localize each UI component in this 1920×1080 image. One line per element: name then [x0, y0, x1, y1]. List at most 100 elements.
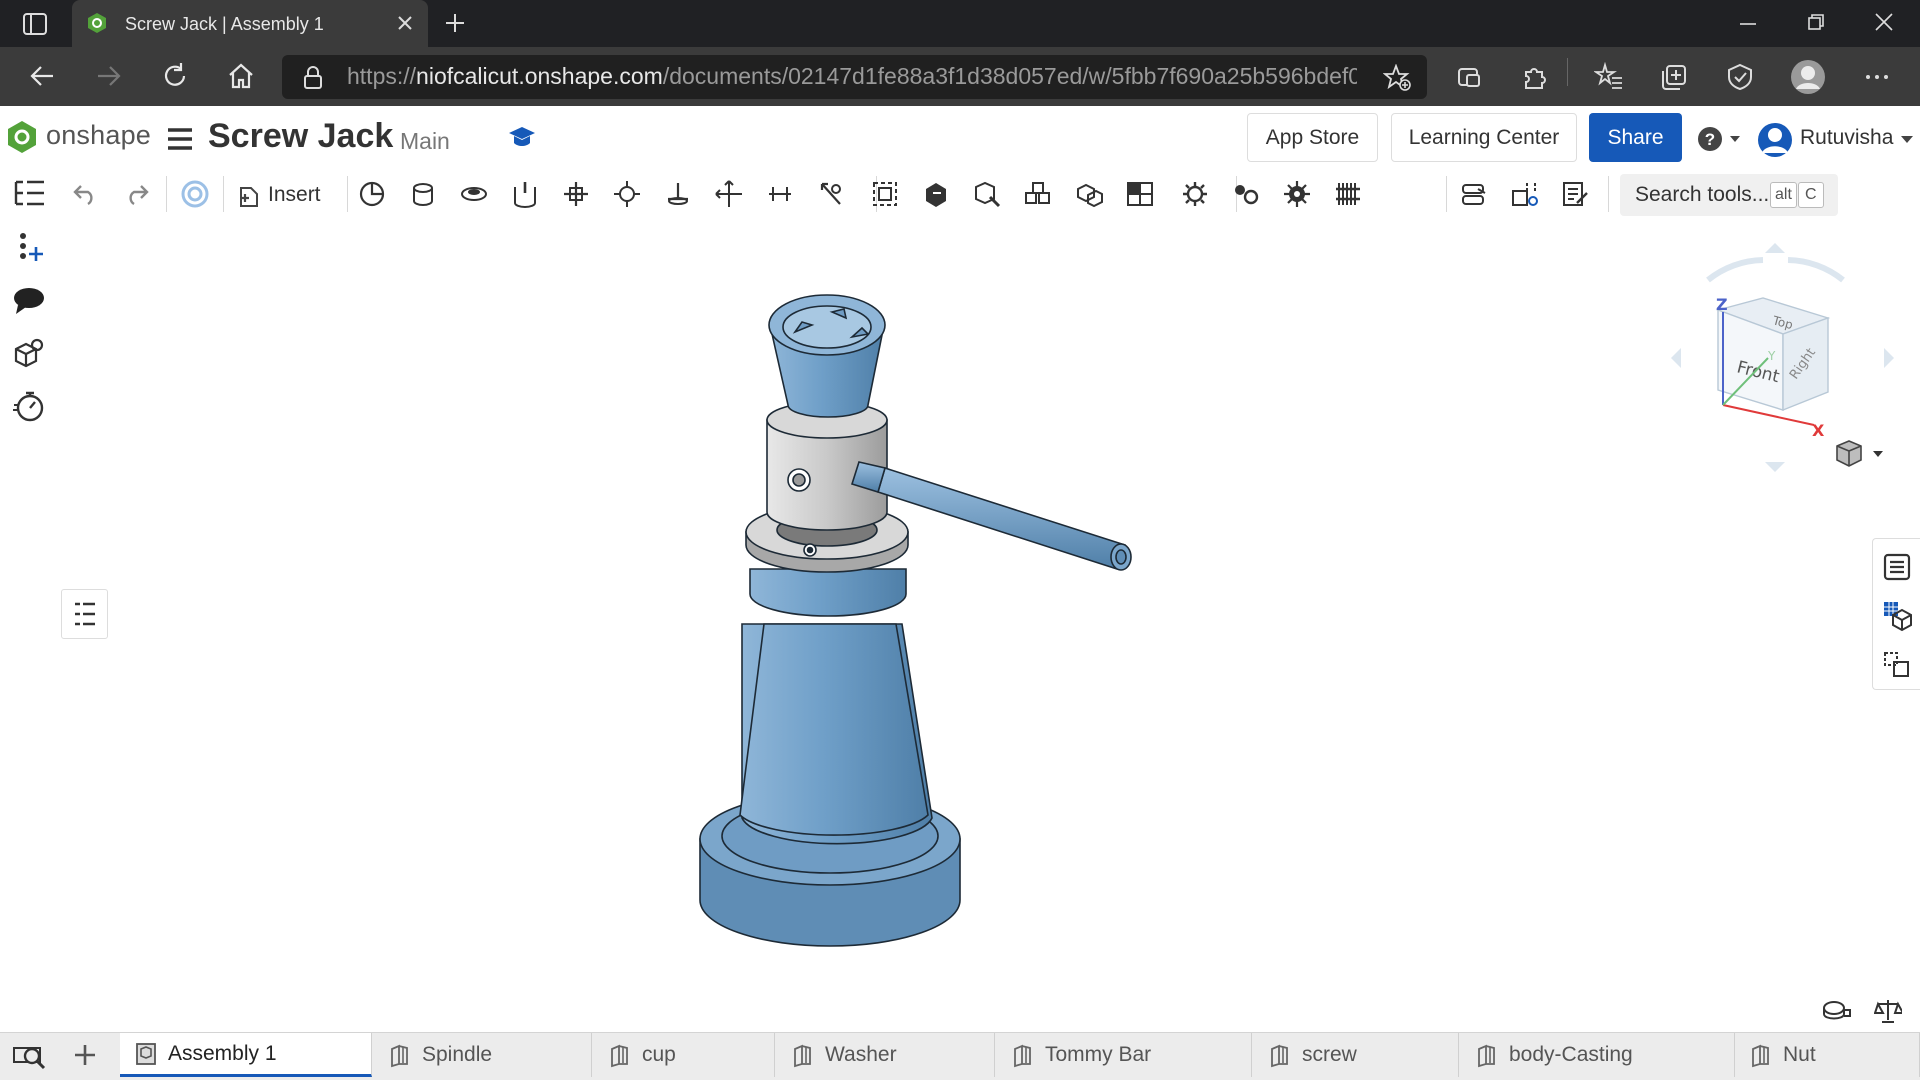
pin-slot-mate-icon[interactable]: [661, 177, 695, 211]
favorites-icon[interactable]: [1594, 62, 1624, 92]
close-window-icon[interactable]: [1873, 11, 1895, 33]
svg-text:?: ?: [1705, 130, 1715, 149]
graphics-area[interactable]: [62, 222, 1870, 1032]
planar-mate-icon[interactable]: [559, 177, 593, 211]
chevron-down-icon[interactable]: [1900, 134, 1914, 144]
home-icon[interactable]: [226, 61, 256, 91]
group-icon[interactable]: [868, 177, 902, 211]
close-tab-icon[interactable]: [396, 14, 414, 32]
back-arrow-icon[interactable]: [27, 61, 57, 91]
extension-icon[interactable]: [1454, 62, 1484, 92]
fastened-mate-icon[interactable]: [406, 177, 440, 211]
tab-partstudio[interactable]: Nut: [1735, 1033, 1920, 1077]
toolbar-divider: [347, 176, 348, 212]
pattern-icon[interactable]: [1021, 177, 1055, 211]
document-title[interactable]: Screw Jack: [208, 117, 393, 156]
tab-partstudio[interactable]: screw: [1254, 1033, 1459, 1077]
mass-properties-icon[interactable]: [1874, 998, 1902, 1024]
gear-relation-icon[interactable]: [1229, 177, 1263, 211]
tab-actions-icon[interactable]: [22, 12, 48, 36]
tab-assembly-active[interactable]: Assembly 1: [120, 1033, 372, 1077]
screw-relation-icon[interactable]: [1331, 177, 1365, 211]
relation-icon[interactable]: [919, 177, 953, 211]
toolbar-divider: [1608, 176, 1609, 212]
tab-partstudio[interactable]: Washer: [777, 1033, 995, 1077]
parts-cube-icon[interactable]: [12, 336, 48, 372]
appearance-icon[interactable]: [1880, 598, 1914, 632]
branch-name[interactable]: Main: [400, 128, 450, 155]
mate-connector-icon[interactable]: [814, 177, 848, 211]
toolbar-divider: [1567, 58, 1568, 86]
animation-timer-icon[interactable]: [12, 389, 48, 425]
more-options-icon[interactable]: [1862, 62, 1892, 92]
assembly-tab-icon: [136, 1042, 156, 1065]
named-views-icon[interactable]: [1558, 177, 1592, 211]
insert-button[interactable]: Insert: [238, 177, 321, 213]
properties-list-icon[interactable]: [1880, 550, 1914, 584]
part-studio-tab-icon: [1478, 1044, 1495, 1068]
forward-arrow-icon[interactable]: [94, 61, 124, 91]
part-studio-tab-icon: [391, 1044, 408, 1068]
measure-icon[interactable]: [1456, 177, 1490, 211]
url-path: /documents/02147d1fe88a3f1d38d057ed/w/5f…: [662, 63, 1357, 89]
cylindrical-mate-icon[interactable]: [508, 177, 542, 211]
refresh-icon[interactable]: [160, 61, 190, 91]
new-tab-icon[interactable]: [443, 11, 467, 35]
replicate-icon[interactable]: [970, 177, 1004, 211]
insert-label: Insert: [268, 183, 321, 206]
learning-center-button[interactable]: Learning Center: [1391, 113, 1577, 162]
tab-label: Assembly 1: [168, 1041, 277, 1065]
parallel-mate-icon[interactable]: [712, 177, 746, 211]
url-text[interactable]: https://niofcalicut.onshape.com/document…: [347, 63, 1357, 90]
app-store-button[interactable]: App Store: [1247, 113, 1378, 162]
add-mate-icon[interactable]: [12, 230, 48, 266]
slider-mate-icon[interactable]: [457, 177, 491, 211]
screw-jack-model[interactable]: [62, 222, 1870, 1032]
user-avatar-icon[interactable]: [1757, 122, 1793, 158]
user-name[interactable]: Rutuvisha: [1800, 126, 1893, 150]
help-icon[interactable]: ?: [1697, 126, 1743, 152]
tab-partstudio[interactable]: Spindle: [374, 1033, 592, 1077]
profile-avatar-icon[interactable]: [1790, 59, 1826, 95]
gear-icon[interactable]: [1178, 177, 1212, 211]
tab-label: Washer: [825, 1043, 897, 1066]
collections-icon[interactable]: [1659, 62, 1689, 92]
explode-icon[interactable]: [1072, 177, 1106, 211]
redo-icon[interactable]: [120, 177, 154, 211]
toolbar-divider: [223, 176, 224, 212]
bom-table-icon[interactable]: [1880, 648, 1914, 682]
add-tab-icon[interactable]: [72, 1042, 98, 1068]
measure-tool-icon[interactable]: [1822, 998, 1852, 1022]
rack-pinion-icon[interactable]: [1280, 177, 1314, 211]
section-icon[interactable]: [1123, 177, 1157, 211]
part-studio-tab-icon: [1271, 1044, 1288, 1068]
url-protocol: https://: [347, 63, 417, 89]
restore-window-icon[interactable]: [1806, 12, 1826, 32]
find-tab-icon[interactable]: [12, 1042, 46, 1070]
regenerate-icon[interactable]: [178, 177, 212, 211]
revolute-mate-icon[interactable]: [355, 177, 389, 211]
lock-icon[interactable]: [302, 66, 324, 90]
tab-partstudio[interactable]: cup: [594, 1033, 775, 1077]
add-favorite-icon[interactable]: [1383, 64, 1411, 92]
brand-name[interactable]: onshape: [46, 120, 151, 151]
view-options-icon[interactable]: [1833, 438, 1887, 470]
comments-icon[interactable]: [12, 283, 48, 319]
ball-mate-icon[interactable]: [610, 177, 644, 211]
share-button[interactable]: Share: [1589, 113, 1682, 162]
puzzle-icon[interactable]: [1520, 62, 1550, 92]
bom-icon[interactable]: [1507, 177, 1541, 211]
tangent-mate-icon[interactable]: [763, 177, 797, 211]
document-menu-icon[interactable]: [167, 127, 193, 151]
onshape-logo-icon[interactable]: [6, 120, 38, 154]
part-studio-tab-icon: [611, 1044, 628, 1068]
tab-partstudio[interactable]: Tommy Bar: [997, 1033, 1252, 1077]
tab-label: cup: [642, 1043, 676, 1066]
undo-icon[interactable]: [68, 177, 102, 211]
insert-icon: [240, 187, 258, 207]
instance-list-icon[interactable]: [12, 176, 48, 212]
browser-essentials-icon[interactable]: [1725, 62, 1755, 92]
tab-partstudio[interactable]: body-Casting: [1461, 1033, 1735, 1077]
education-cap-icon[interactable]: [508, 124, 536, 150]
minimize-icon[interactable]: [1738, 14, 1758, 34]
